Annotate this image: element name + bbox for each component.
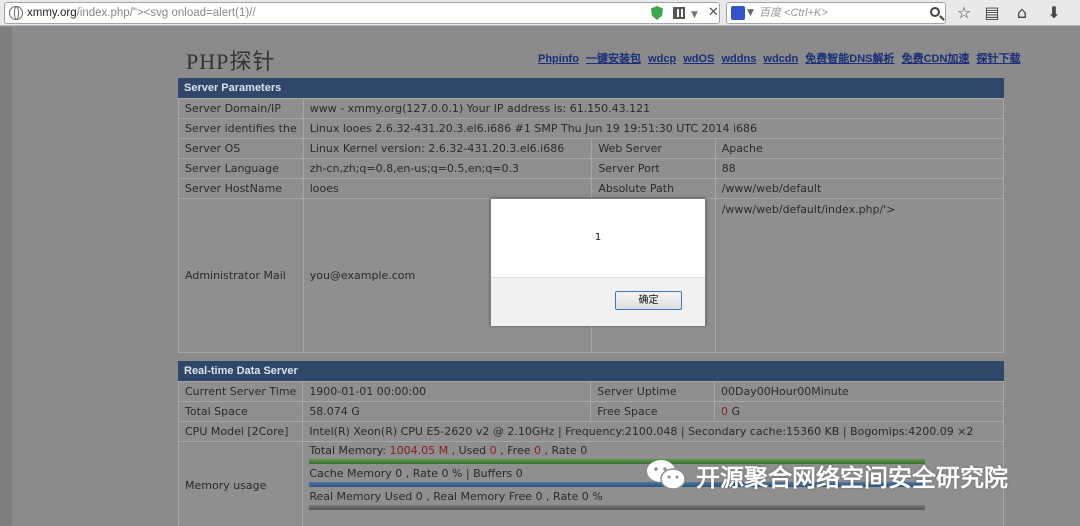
url-text[interactable]: xmmy.org/index.php/"><svg onload=alert(1… — [27, 3, 256, 23]
table-row: Total Space 58.074 G Free Space 0 G — [177, 401, 1004, 422]
server-time-value: 1900-01-01 00:00:00 — [302, 381, 592, 402]
shield-icon[interactable] — [651, 6, 663, 20]
mem-total-prefix: Total Memory: — [309, 444, 390, 457]
table-row: Current Server Time 1900-01-01 00:00:00 … — [177, 381, 1004, 402]
qr-code-icon[interactable] — [673, 7, 685, 19]
alert-dialog: 1 确定 — [490, 198, 706, 326]
url-bar[interactable]: xmmy.org/index.php/"><svg onload=alert(1… — [4, 2, 720, 24]
uptime-label: Server Uptime — [590, 381, 715, 402]
page-title: PHP探针 — [186, 49, 276, 74]
port-label: Server Port — [591, 158, 716, 179]
table-row: Server identifies the Linux looes 2.6.32… — [178, 118, 1005, 139]
mem-free-prefix: , Free — [496, 444, 534, 457]
close-icon[interactable]: ✕ — [708, 3, 719, 23]
cpu-label: CPU Model [2Core] — [177, 421, 304, 442]
nav-link-wdos[interactable]: wdOS — [683, 53, 714, 65]
real-memory-bar — [309, 505, 926, 510]
url-path: /index.php/"> — [76, 7, 144, 19]
uptime-value: 00Day00Hour00Minute — [714, 381, 1004, 402]
mem-total-value: 1004.05 M — [389, 444, 449, 457]
download-icon[interactable]: ⬇ — [1044, 3, 1064, 23]
nav-link-wdcp[interactable]: wdcp — [648, 53, 676, 65]
free-space-unit: G — [728, 405, 741, 418]
nav-link-free-dns[interactable]: 免费智能DNS解析 — [805, 53, 894, 65]
mem-used-value: 0 — [489, 444, 497, 457]
wechat-icon — [647, 460, 686, 490]
port-value: 88 — [714, 158, 1005, 179]
probe-path-value: /www/web/default/index.php/'> — [714, 198, 1005, 353]
alert-message: 1 — [594, 232, 602, 243]
webserver-label: Web Server — [591, 138, 716, 159]
star-icon[interactable]: ☆ — [954, 3, 974, 23]
search-placeholder[interactable]: 百度 <Ctrl+K> — [759, 3, 828, 23]
watermark: 开源聚合网络空间安全研究院 — [640, 456, 1080, 496]
cpu-value: Intel(R) Xeon(R) CPU E5-2620 v2 @ 2.10GH… — [302, 421, 1004, 442]
os-value: Linux Kernel version: 2.6.32-431.20.3.el… — [302, 138, 593, 159]
nav-link-wddns[interactable]: wddns — [721, 53, 756, 65]
total-space-value: 58.074 G — [302, 401, 592, 422]
url-domain: xmmy.org — [27, 7, 77, 19]
left-strip — [0, 27, 12, 526]
browser-toolbar: xmmy.org/index.php/"><svg onload=alert(1… — [0, 0, 1080, 26]
table-row: Server OS Linux Kernel version: 2.6.32-4… — [178, 138, 1005, 159]
hostname-value: looes — [302, 178, 593, 199]
identifies-label: Server identifies the — [178, 118, 304, 139]
nav-link-install-package[interactable]: 一键安装包 — [586, 53, 641, 65]
memory-label: Memory usage — [177, 441, 304, 526]
admin-label: Administrator Mail — [178, 198, 304, 353]
realtime-header: Real-time Data Server — [178, 361, 1004, 381]
nav-link-probe-download[interactable]: 探针下载 — [977, 53, 1021, 65]
language-value: zh-cn,zh;q=0.8,en-us;q=0.5,en;q=0.3 — [302, 158, 593, 179]
home-icon[interactable]: ⌂ — [1012, 3, 1032, 23]
table-row: Server HostName looes Absolute Path /www… — [178, 178, 1005, 199]
free-space-value: 0 G — [714, 401, 1004, 422]
free-space-number: 0 — [721, 405, 728, 418]
table-row: Server Language zh-cn,zh;q=0.8,en-us;q=0… — [178, 158, 1005, 179]
engine-dropdown-icon[interactable]: ▼ — [747, 3, 754, 23]
mem-used-prefix: , Used — [448, 444, 490, 457]
realtime-section: Real-time Data Server Current Server Tim… — [177, 361, 1004, 526]
nav-link-free-cdn[interactable]: 免费CDN加速 — [902, 53, 970, 65]
mem-free-value: 0 — [534, 444, 541, 457]
nav-link-phpinfo[interactable]: Phpinfo — [538, 53, 579, 65]
webserver-value: Apache — [714, 138, 1005, 159]
nav-links: Phpinfo 一键安装包 wdcp wdOS wddns wdcdn 免费智能… — [538, 50, 1025, 66]
os-label: Server OS — [178, 138, 304, 159]
mem-rate: , Rate 0 — [541, 444, 588, 457]
free-space-label: Free Space — [590, 401, 715, 422]
realtime-table: Current Server Time 1900-01-01 00:00:00 … — [177, 381, 1004, 526]
abspath-value: /www/web/default — [714, 178, 1005, 199]
domain-label: Server Domain/IP — [178, 98, 304, 119]
url-payload: <svg onload=alert(1)// — [143, 7, 256, 19]
server-parameters-header: Server Parameters — [178, 78, 1004, 98]
server-time-label: Current Server Time — [177, 381, 304, 402]
search-engine-icon[interactable] — [731, 6, 745, 20]
hostname-label: Server HostName — [178, 178, 304, 199]
globe-icon — [9, 6, 23, 20]
table-row: CPU Model [2Core] Intel(R) Xeon(R) CPU E… — [177, 421, 1004, 442]
domain-value: www - xmmy.org(127.0.0.1) Your IP addres… — [302, 98, 1005, 119]
language-label: Server Language — [178, 158, 304, 179]
dropdown-arrow-icon[interactable]: ▼ — [691, 5, 698, 25]
abspath-label: Absolute Path — [591, 178, 716, 199]
identifies-value: Linux looes 2.6.32-431.20.3.el6.i686 #1 … — [302, 118, 1005, 139]
alert-footer: 确定 — [491, 277, 705, 326]
search-icon[interactable] — [930, 7, 940, 17]
watermark-text: 开源聚合网络空间安全研究院 — [696, 464, 1008, 492]
nav-link-wdcdn[interactable]: wdcdn — [763, 53, 798, 65]
library-icon[interactable]: ▤ — [982, 3, 1002, 23]
total-space-label: Total Space — [177, 401, 304, 422]
ok-button[interactable]: 确定 — [615, 291, 682, 310]
table-row: Server Domain/IP www - xmmy.org(127.0.0.… — [178, 98, 1005, 119]
search-bar[interactable]: ▼ 百度 <Ctrl+K> — [726, 2, 946, 24]
